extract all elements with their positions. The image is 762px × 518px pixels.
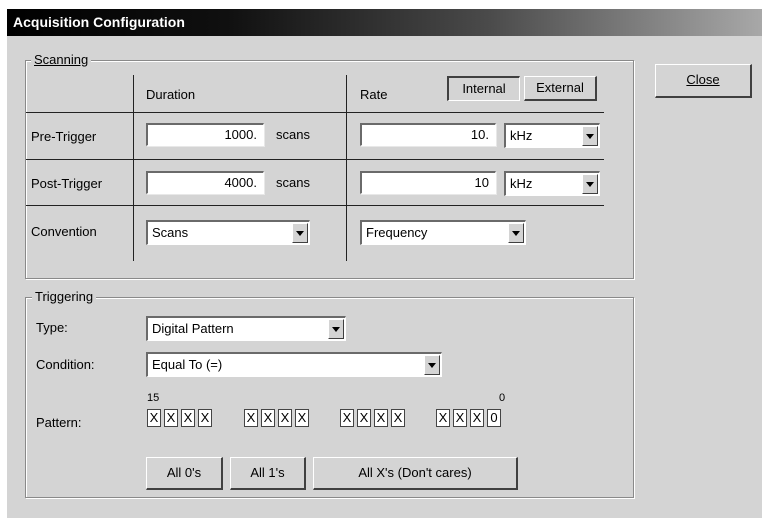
post-trigger-rate-field[interactable]: 10 (360, 171, 496, 194)
convention-duration-select[interactable]: Scans (146, 220, 310, 245)
chevron-down-icon[interactable] (582, 126, 598, 146)
post-trigger-label: Post-Trigger (31, 176, 103, 191)
row-divider-1 (26, 159, 604, 160)
pattern-bit-box[interactable]: X (147, 409, 161, 427)
triggering-legend: Triggering (32, 289, 97, 305)
duration-header: Duration (146, 87, 196, 102)
internal-button[interactable]: Internal (447, 76, 520, 101)
convention-rate-select[interactable]: Frequency (360, 220, 526, 245)
column-divider-1 (133, 75, 134, 261)
chevron-down-icon[interactable] (292, 223, 308, 243)
pattern-bit-box[interactable]: 0 (487, 409, 501, 427)
pattern-bit-high-label: 15 (147, 392, 160, 404)
pattern-bit-box[interactable]: X (436, 409, 450, 427)
post-trigger-duration-field[interactable]: 4000. (146, 171, 264, 194)
close-button[interactable]: Close (655, 64, 752, 98)
pre-trigger-rate-unit-select[interactable]: kHz (504, 123, 600, 148)
close-button-label: Close (686, 72, 720, 87)
condition-label: Condition: (36, 357, 95, 372)
pattern-bit-box[interactable]: X (357, 409, 371, 427)
chevron-down-icon[interactable] (508, 223, 524, 243)
convention-label: Convention (31, 224, 97, 239)
pattern-bit-low-label: 0 (499, 392, 506, 404)
trigger-type-select[interactable]: Digital Pattern (146, 316, 346, 341)
title-bar: Acquisition Configuration (7, 9, 762, 36)
pattern-bit-box[interactable]: X (181, 409, 195, 427)
post-trigger-rate-unit-select[interactable]: kHz (504, 171, 600, 196)
pattern-bit-box[interactable]: X (244, 409, 258, 427)
pattern-bit-box[interactable]: X (374, 409, 388, 427)
pattern-label: Pattern: (36, 415, 82, 430)
pattern-bit-box[interactable]: X (340, 409, 354, 427)
window-title: Acquisition Configuration (13, 14, 185, 30)
rate-header: Rate (360, 87, 388, 102)
pattern-bit-box[interactable]: X (198, 409, 212, 427)
pattern-bit-box[interactable]: X (391, 409, 405, 427)
pre-trigger-label: Pre-Trigger (31, 129, 97, 144)
header-divider (26, 112, 604, 113)
type-label: Type: (36, 320, 68, 335)
chevron-down-icon[interactable] (328, 319, 344, 339)
chevron-down-icon[interactable] (424, 355, 440, 375)
row-divider-2 (26, 205, 604, 206)
pattern-bit-box[interactable]: X (470, 409, 484, 427)
all-zeros-button[interactable]: All 0's (146, 457, 223, 490)
all-ones-button[interactable]: All 1's (230, 457, 306, 490)
all-dont-cares-button[interactable]: All X's (Don't cares) (313, 457, 518, 490)
post-trigger-duration-unit: scans (276, 175, 310, 190)
trigger-condition-select[interactable]: Equal To (=) (146, 352, 442, 377)
column-divider-2 (346, 75, 347, 261)
external-button[interactable]: External (524, 76, 597, 101)
scanning-legend: Scanning (31, 52, 92, 68)
pre-trigger-duration-field[interactable]: 1000. (146, 123, 264, 146)
pattern-bit-box[interactable]: X (453, 409, 467, 427)
pre-trigger-rate-field[interactable]: 10. (360, 123, 496, 146)
pattern-bit-box[interactable]: X (164, 409, 178, 427)
pattern-bit-box[interactable]: X (295, 409, 309, 427)
pattern-bit-box[interactable]: X (278, 409, 292, 427)
pattern-bit-box[interactable]: X (261, 409, 275, 427)
chevron-down-icon[interactable] (582, 174, 598, 194)
pre-trigger-duration-unit: scans (276, 127, 310, 142)
